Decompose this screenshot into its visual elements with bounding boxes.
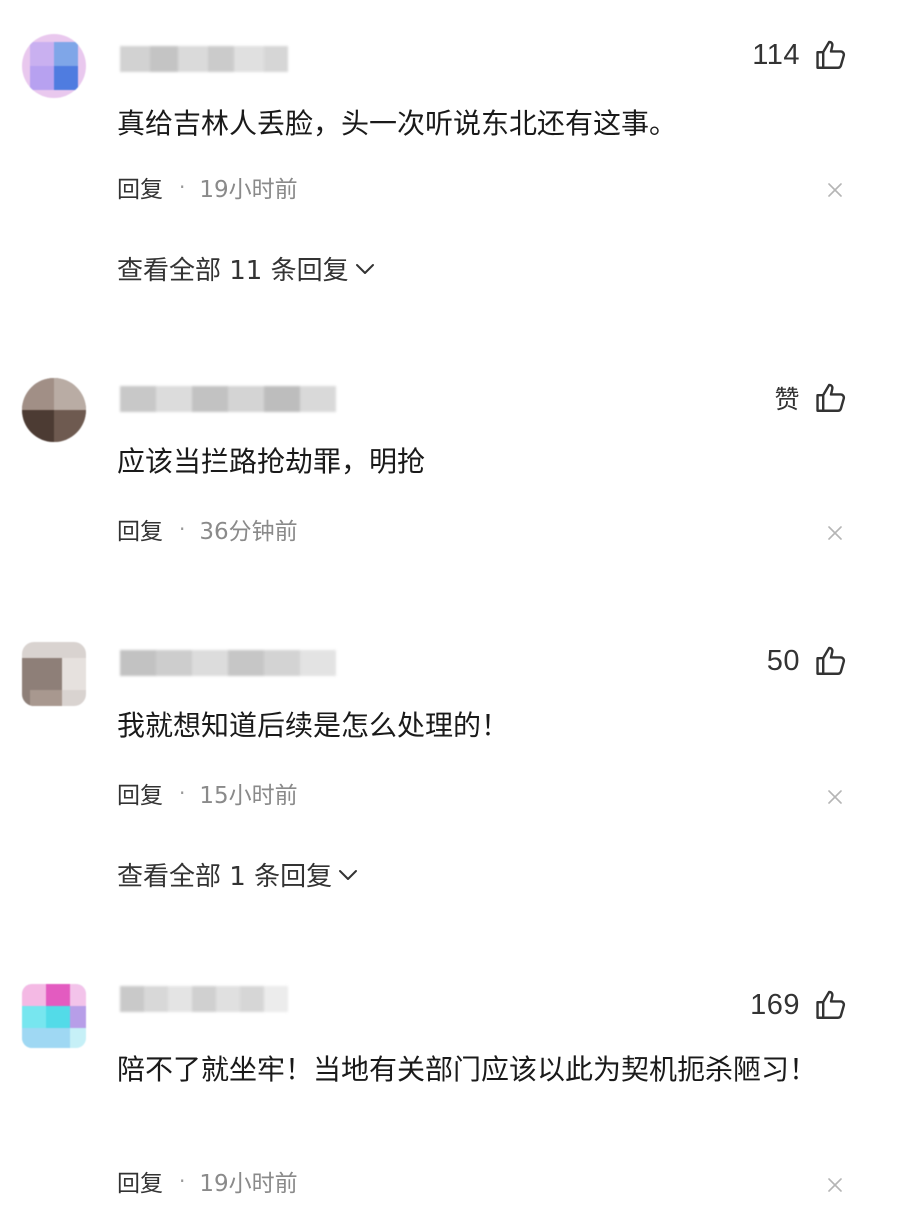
reply-button[interactable]: 回复 <box>117 170 163 204</box>
comment-text: 陪不了就坐牢！当地有关部门应该以此为契机扼杀陋习！ <box>117 1053 818 1086</box>
like-area[interactable]: 赞 <box>774 380 848 416</box>
like-count: 169 <box>750 988 800 1021</box>
separator-dot: · <box>179 175 186 199</box>
username[interactable] <box>120 986 288 1012</box>
reply-button[interactable]: 回复 <box>117 1164 163 1198</box>
timestamp: 19小时前 <box>199 1171 298 1197</box>
timestamp: 19小时前 <box>199 177 298 203</box>
thumbs-up-icon[interactable] <box>814 381 848 415</box>
username[interactable] <box>120 386 336 412</box>
comment-meta: 回复 · 36分钟前 <box>117 512 298 546</box>
close-icon[interactable] <box>828 183 842 197</box>
chevron-down-icon <box>338 868 358 882</box>
separator-dot: · <box>179 1169 186 1193</box>
thumbs-up-icon[interactable] <box>814 988 848 1022</box>
view-all-replies-button[interactable]: 查看全部 11 条回复 <box>117 250 375 287</box>
reply-button[interactable]: 回复 <box>117 776 163 810</box>
comment-text: 应该当拦路抢劫罪，明抢 <box>117 445 426 478</box>
avatar[interactable] <box>22 34 86 98</box>
comment-text: 真给吉林人丢脸，头一次听说东北还有这事。 <box>117 107 678 140</box>
like-count: 50 <box>766 644 800 677</box>
separator-dot: · <box>179 517 186 541</box>
timestamp: 36分钟前 <box>199 519 298 545</box>
like-area[interactable]: 169 <box>750 988 848 1022</box>
comment-item: 50 我就想知道后续是怎么处理的！ 回复 · 15小时前 查看全部 1 条回复 <box>0 620 900 960</box>
view-all-replies-button[interactable]: 查看全部 1 条回复 <box>117 856 358 893</box>
view-all-replies-label: 查看全部 1 条回复 <box>117 862 333 892</box>
avatar[interactable] <box>22 984 86 1048</box>
avatar[interactable] <box>22 378 86 442</box>
close-icon[interactable] <box>828 1178 842 1192</box>
separator-dot: · <box>179 781 186 805</box>
chevron-down-icon <box>355 262 375 276</box>
comment-meta: 回复 · 19小时前 <box>117 1164 298 1198</box>
comment-text: 我就想知道后续是怎么处理的！ <box>117 709 510 742</box>
close-icon[interactable] <box>828 790 842 804</box>
thumbs-up-icon[interactable] <box>814 644 848 678</box>
like-area[interactable]: 50 <box>767 644 848 678</box>
view-all-replies-label: 查看全部 11 条回复 <box>117 256 349 286</box>
thumbs-up-icon[interactable] <box>814 38 848 72</box>
like-area[interactable]: 114 <box>752 38 848 72</box>
username[interactable] <box>120 46 288 72</box>
comment-item: 114 真给吉林人丢脸，头一次听说东北还有这事。 回复 · 19小时前 查看全部… <box>0 0 900 340</box>
comment-meta: 回复 · 19小时前 <box>117 170 298 204</box>
avatar[interactable] <box>22 642 86 706</box>
reply-button[interactable]: 回复 <box>117 512 163 546</box>
like-count: 114 <box>752 38 800 71</box>
comment-item: 赞 应该当拦路抢劫罪，明抢 回复 · 36分钟前 <box>0 340 900 620</box>
like-label: 赞 <box>774 385 800 414</box>
timestamp: 15小时前 <box>199 783 298 809</box>
close-icon[interactable] <box>828 526 842 540</box>
username[interactable] <box>120 650 336 676</box>
comment-meta: 回复 · 15小时前 <box>117 776 298 810</box>
comment-item: 169 陪不了就坐牢！当地有关部门应该以此为契机扼杀陋习！ 回复 · 19小时前 <box>0 960 900 1230</box>
